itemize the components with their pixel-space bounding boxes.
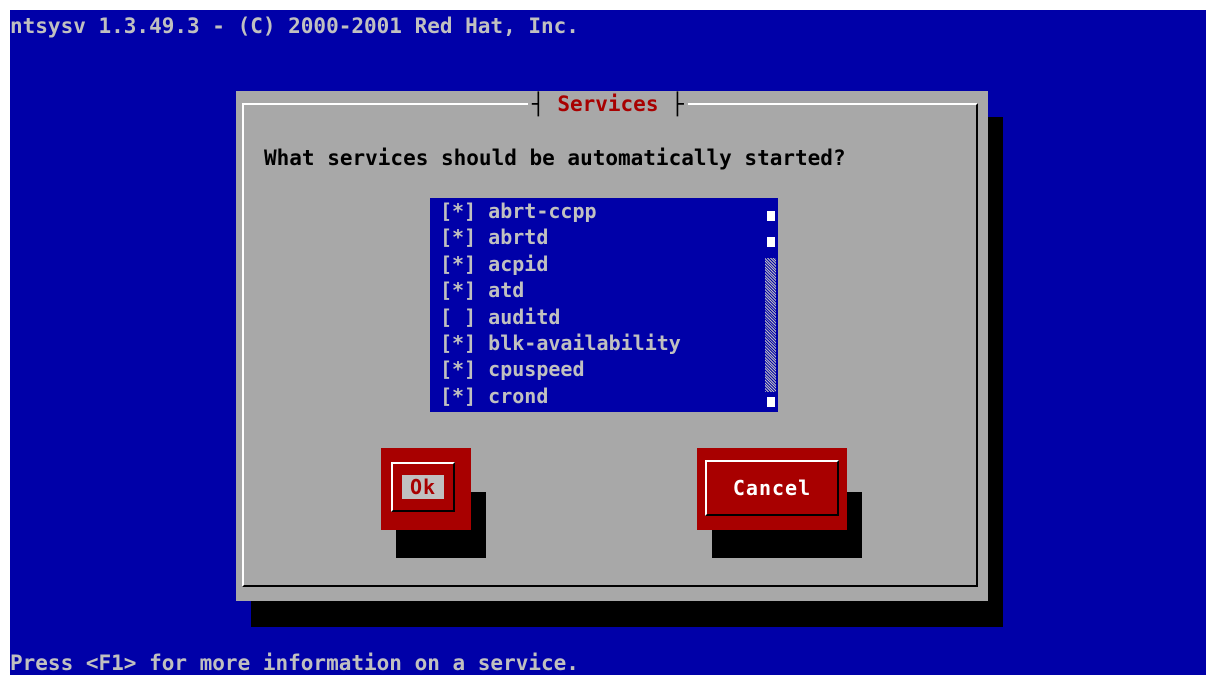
dialog-prompt: What services should be automatically st… — [264, 146, 846, 170]
help-hint: Press <F1> for more information on a ser… — [10, 651, 579, 675]
service-item[interactable]: [*] abrtd — [440, 224, 548, 250]
service-item[interactable]: [*] blk-availability — [440, 330, 681, 356]
list-scrollbar[interactable] — [764, 198, 776, 412]
service-item[interactable]: [*] crond — [440, 383, 548, 409]
cancel-button-face[interactable]: Cancel — [705, 460, 839, 516]
ok-button-label[interactable]: Ok — [401, 475, 445, 499]
service-item[interactable]: [*] cpuspeed — [440, 356, 585, 382]
title-left-bracket: ┤ — [532, 92, 545, 116]
service-name: cpuspeed — [488, 357, 585, 381]
service-checkbox[interactable]: [ ] — [440, 305, 476, 329]
service-item[interactable]: [*] acpid — [440, 251, 548, 277]
service-item[interactable]: [*] atd — [440, 277, 524, 303]
service-checkbox[interactable]: [*] — [440, 252, 476, 276]
service-name: acpid — [488, 252, 549, 276]
service-checkbox[interactable]: [*] — [440, 278, 476, 302]
services-dialog: ┤ Services ├ What services should be aut… — [236, 91, 988, 601]
service-name: auditd — [488, 305, 561, 329]
service-name: crond — [488, 384, 549, 408]
service-checkbox[interactable]: [*] — [440, 199, 476, 223]
service-name: blk-availability — [488, 331, 681, 355]
service-checkbox[interactable]: [*] — [440, 331, 476, 355]
service-item[interactable]: [*] abrt-ccpp — [440, 198, 597, 224]
scroll-track[interactable] — [765, 258, 776, 392]
scroll-position-thumb[interactable] — [767, 237, 775, 247]
dialog-title-text: Services — [557, 92, 659, 116]
service-name: abrtd — [488, 225, 549, 249]
cancel-button-label[interactable]: Cancel — [733, 476, 811, 500]
service-name: atd — [488, 278, 525, 302]
ok-button[interactable]: Ok — [381, 448, 471, 530]
service-checkbox[interactable]: [*] — [440, 225, 476, 249]
title-right-bracket: ├ — [671, 92, 684, 116]
terminal-screen: ntsysv 1.3.49.3 - (C) 2000-2001 Red Hat,… — [10, 10, 1206, 675]
cancel-button[interactable]: Cancel — [697, 448, 847, 530]
scroll-down-marker[interactable] — [767, 397, 775, 407]
dialog-title: ┤ Services ├ — [528, 91, 688, 117]
service-item[interactable]: [ ] auditd — [440, 304, 560, 330]
services-listbox[interactable]: [*] abrt-ccpp [*] abrtd [*] acpid [*] at… — [430, 198, 778, 412]
ok-button-face[interactable]: Ok — [391, 462, 455, 512]
service-checkbox[interactable]: [*] — [440, 384, 476, 408]
scroll-up-marker[interactable] — [767, 211, 775, 221]
service-name: abrt-ccpp — [488, 199, 597, 223]
app-title: ntsysv 1.3.49.3 - (C) 2000-2001 Red Hat,… — [10, 14, 579, 38]
service-checkbox[interactable]: [*] — [440, 357, 476, 381]
